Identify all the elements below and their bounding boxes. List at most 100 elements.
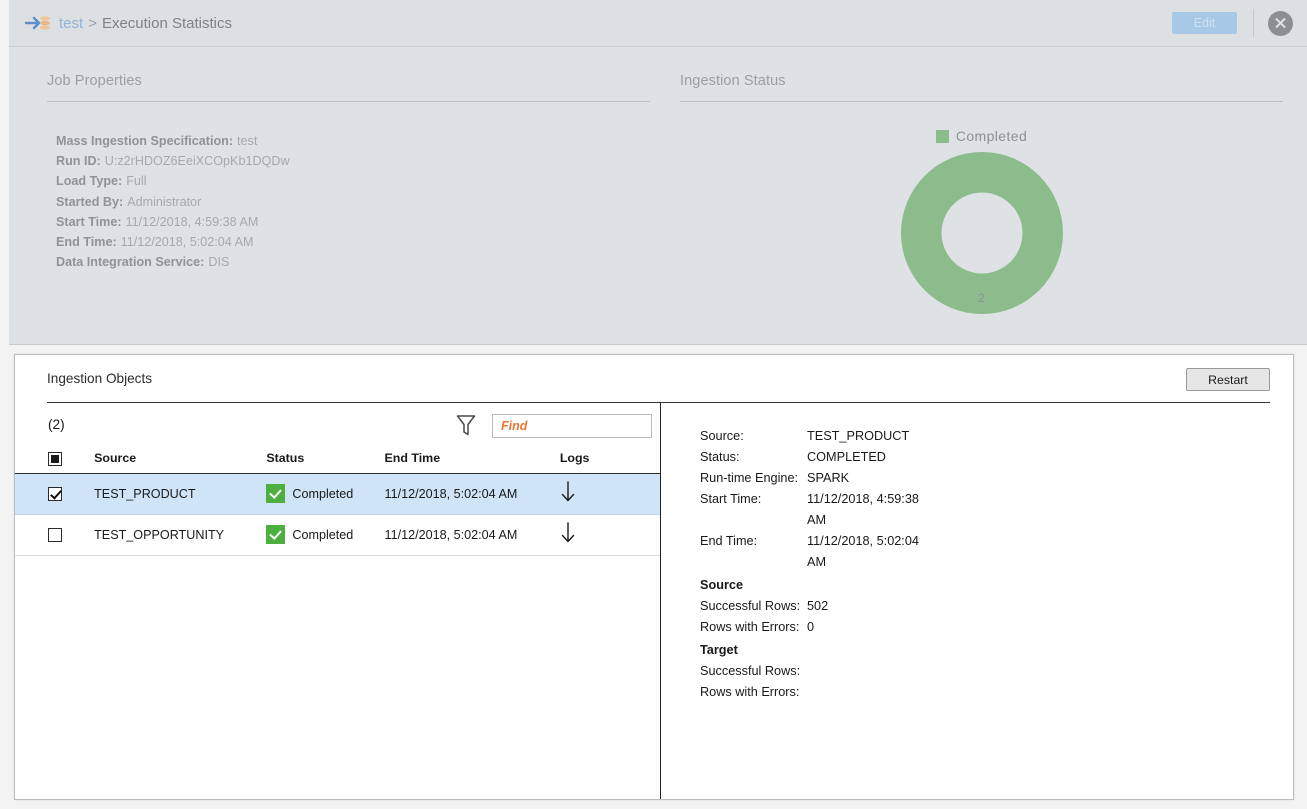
mass-ingestion-icon (24, 12, 51, 34)
ingestion-objects-panel: Ingestion Objects Restart (2) Find Sourc… (14, 354, 1294, 800)
edit-button[interactable]: Edit (1172, 12, 1237, 34)
object-detail-pane: Source: TEST_PRODUCT Status: COMPLETED R… (662, 403, 1293, 799)
ingestion-status-title: Ingestion Status (680, 73, 786, 89)
property-key: Load Type: (56, 174, 123, 189)
chart-legend: Completed (680, 128, 1283, 144)
detail-key: Start Time: (700, 492, 762, 506)
property-key: End Time: (56, 235, 117, 250)
job-properties-title: Job Properties (47, 73, 142, 89)
detail-row: End Time: 11/12/2018, 5:02:04 AM (700, 531, 1293, 573)
execution-statistics-window: test > Execution Statistics Edit Job Pro… (0, 0, 1307, 809)
detail-value: SPARK (807, 471, 850, 485)
row-status-cell: Completed (266, 514, 385, 556)
row-logs-cell (559, 514, 660, 556)
breadcrumb: test > Execution Statistics (59, 15, 232, 32)
breadcrumb-current-page: Execution Statistics (101, 14, 233, 32)
detail-key: Status: (700, 450, 740, 464)
table-header-row: Source Status End Time Logs (15, 451, 660, 474)
status-label: Completed (292, 527, 354, 542)
download-arrow-icon[interactable] (560, 480, 576, 507)
restart-button[interactable]: Restart (1186, 368, 1270, 391)
legend-label-completed: Completed (955, 128, 1028, 144)
ingestion-status-rule (680, 101, 1283, 102)
detail-key: End Time: (700, 534, 758, 548)
detail-value (807, 661, 935, 682)
job-property-row: Run ID: U:z2rHDOZ6EeiXCOpKb1DQDw (56, 151, 650, 171)
property-key: Run ID: (56, 154, 101, 169)
property-key: Data Integration Service: (56, 255, 205, 270)
titlebar-divider (1253, 9, 1254, 37)
detail-row: Rows with Errors: (700, 682, 1293, 703)
breadcrumb-separator: > (88, 14, 97, 32)
ingestion-status-chart: Completed 2 (680, 128, 1283, 328)
detail-key: Rows with Errors: (700, 685, 800, 699)
row-source: TEST_OPPORTUNITY (94, 514, 267, 556)
header-source[interactable]: Source (94, 451, 267, 474)
job-property-row: Started By: Administrator (56, 192, 650, 212)
job-property-row: Start Time: 11/12/2018, 4:59:38 AM (56, 212, 650, 232)
table-row[interactable]: TEST_PRODUCT Completed 11/12/2018, 5:02:… (15, 473, 660, 515)
download-arrow-icon[interactable] (560, 521, 576, 548)
property-key: Start Time: (56, 214, 122, 229)
property-value: Full (126, 174, 147, 189)
donut-center-count: 2 (978, 293, 985, 305)
ingestion-objects-title: Ingestion Objects (47, 371, 153, 386)
objects-list-pane: (2) Source Status End Ti (15, 403, 661, 799)
row-logs-cell (559, 473, 660, 515)
property-value: DIS (208, 255, 230, 270)
row-checkbox[interactable] (48, 528, 62, 543)
detail-section-target: Target (700, 643, 738, 657)
detail-row: Successful Rows: 502 (700, 596, 1293, 617)
row-checkbox[interactable] (48, 487, 62, 502)
job-properties-section: Job Properties Mass Ingestion Specificat… (47, 73, 650, 272)
property-value: test (237, 134, 258, 148)
header-end-time[interactable]: End Time (384, 451, 560, 474)
property-value: Administrator (127, 194, 202, 209)
detail-row: Successful Rows: (700, 661, 1293, 682)
detail-value: COMPLETED (807, 450, 886, 464)
close-icon[interactable] (1268, 10, 1293, 36)
select-all-checkbox[interactable] (48, 451, 62, 466)
detail-row: Source: TEST_PRODUCT (700, 426, 1293, 447)
detail-row: Run-time Engine: SPARK (700, 468, 1293, 489)
ingestion-status-section: Ingestion Status Completed 2 (680, 73, 1283, 328)
row-end-time: 11/12/2018, 5:02:04 AM (384, 473, 560, 515)
filter-funnel-icon[interactable] (455, 413, 477, 443)
detail-row: Start Time: 11/12/2018, 4:59:38 AM (700, 489, 1293, 531)
detail-key: Run-time Engine: (700, 471, 799, 485)
detail-value (807, 682, 935, 703)
status-completed-icon (266, 525, 286, 545)
header-logs[interactable]: Logs (559, 451, 660, 474)
donut-chart: 2 (900, 152, 1063, 314)
search-input[interactable] (492, 414, 652, 438)
header-status[interactable]: Status (266, 451, 385, 474)
detail-value: 502 (807, 599, 829, 613)
job-property-row: End Time: 11/12/2018, 5:02:04 AM (56, 232, 650, 252)
property-value: U:z2rHDOZ6EeiXCOpKb1DQDw (104, 154, 290, 169)
detail-section-source: Source (700, 578, 744, 592)
row-status-cell: Completed (266, 473, 385, 515)
ingestion-objects-table: Source Status End Time Logs TEST_PRODUCT (15, 451, 660, 556)
summary-panel: Job Properties Mass Ingestion Specificat… (9, 47, 1307, 345)
row-source: TEST_PRODUCT (94, 473, 267, 515)
property-value: 11/12/2018, 5:02:04 AM (120, 235, 254, 250)
job-properties-rule (47, 101, 650, 102)
legend-swatch-completed (935, 129, 949, 143)
row-checkbox-cell (15, 514, 95, 556)
breadcrumb-link-test[interactable]: test (59, 15, 83, 32)
detail-key: Successful Rows: (700, 664, 801, 678)
detail-value: 0 (807, 620, 815, 634)
detail-key: Source: (700, 429, 744, 443)
table-row[interactable]: TEST_OPPORTUNITY Completed 11/12/2018, 5… (15, 514, 660, 556)
job-properties-list: Mass Ingestion Specification: test Run ID… (56, 131, 650, 272)
job-property-row: Data Integration Service: DIS (56, 252, 650, 272)
property-key: Mass Ingestion Specification: (56, 134, 234, 148)
status-label: Completed (292, 486, 354, 501)
detail-value: 11/12/2018, 4:59:38 AM (807, 492, 919, 527)
detail-value: TEST_PRODUCT (807, 429, 910, 443)
job-property-row: Load Type: Full (56, 171, 650, 191)
property-key: Started By: (56, 194, 124, 209)
ingestion-objects-header: Ingestion Objects Restart (15, 355, 1293, 403)
detail-key: Successful Rows: (700, 599, 801, 613)
donut-hole (941, 192, 1022, 274)
